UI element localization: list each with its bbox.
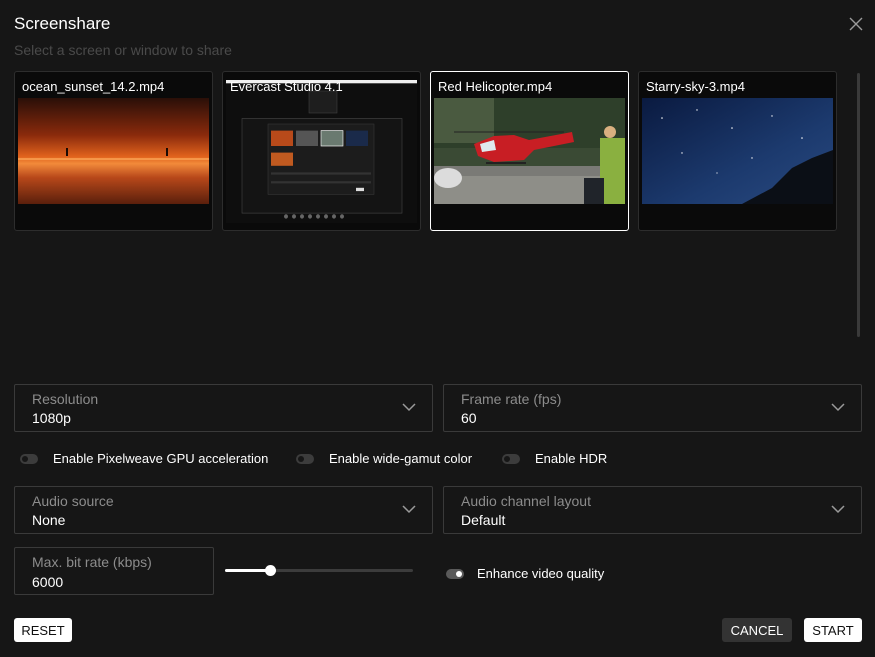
gpu-acceleration-label: Enable Pixelweave GPU acceleration [53, 451, 269, 466]
source-thumbnail-ocean-sunset[interactable]: ocean_sunset_14.2.mp4 [14, 71, 213, 231]
resolution-select[interactable]: Resolution 1080p [14, 384, 433, 432]
chevron-down-icon [402, 403, 416, 412]
dialog-subtitle: Select a screen or window to share [14, 42, 232, 58]
source-thumbnail-evercast-studio[interactable]: Evercast Studio 4.1 [222, 71, 421, 231]
wide-gamut-toggle[interactable] [296, 453, 314, 464]
red-helicopter-preview [434, 98, 625, 204]
chevron-down-icon [831, 505, 845, 514]
enhance-quality-option: Enhance video quality [446, 566, 604, 581]
frame-rate-value: 60 [461, 410, 477, 426]
source-label: Red Helicopter.mp4 [438, 79, 553, 94]
chevron-down-icon [402, 505, 416, 514]
source-list-scrollbar[interactable] [857, 73, 860, 337]
gpu-acceleration-toggle[interactable] [20, 453, 38, 464]
evercast-window-preview [226, 80, 417, 223]
resolution-value: 1080p [32, 410, 71, 426]
source-label: Evercast Studio 4.1 [230, 79, 343, 94]
ocean-sunset-preview [18, 98, 209, 204]
audio-source-label: Audio source [32, 493, 114, 509]
bitrate-slider[interactable] [225, 564, 413, 578]
audio-channel-layout-value: Default [461, 512, 506, 528]
dialog-title: Screenshare [14, 14, 111, 33]
resolution-label: Resolution [32, 391, 99, 407]
audio-channel-layout-select[interactable]: Audio channel layout Default [443, 486, 862, 534]
audio-source-value: None [32, 512, 66, 528]
wide-gamut-label: Enable wide-gamut color [329, 451, 473, 466]
hdr-toggle[interactable] [502, 453, 520, 464]
slider-handle[interactable] [265, 565, 276, 576]
chevron-down-icon [831, 403, 845, 412]
hdr-label: Enable HDR [535, 451, 608, 466]
reset-button[interactable]: RESET [14, 618, 72, 642]
frame-rate-select[interactable]: Frame rate (fps) 60 [443, 384, 862, 432]
source-label: ocean_sunset_14.2.mp4 [22, 79, 165, 94]
hdr-option: Enable HDR [502, 451, 607, 466]
frame-rate-label: Frame rate (fps) [461, 391, 562, 407]
bitrate-value: 6000 [32, 574, 64, 590]
source-thumbnail-red-helicopter[interactable]: Red Helicopter.mp4 [430, 71, 629, 231]
enhance-quality-label: Enhance video quality [477, 566, 605, 581]
close-icon [849, 17, 863, 31]
bitrate-label: Max. bit rate (kbps) [32, 554, 152, 570]
cancel-button[interactable]: CANCEL [722, 618, 792, 642]
audio-source-select[interactable]: Audio source None [14, 486, 433, 534]
enhance-quality-toggle[interactable] [446, 568, 464, 579]
source-list: ocean_sunset_14.2.mp4 Evercast Studio 4.… [14, 71, 844, 231]
source-thumbnail-starry-sky[interactable]: Starry-sky-3.mp4 [638, 71, 837, 231]
close-button[interactable] [844, 12, 868, 36]
gpu-acceleration-option: Enable Pixelweave GPU acceleration [20, 451, 268, 466]
wide-gamut-option: Enable wide-gamut color [296, 451, 472, 466]
start-button[interactable]: START [804, 618, 862, 642]
bitrate-input[interactable]: Max. bit rate (kbps) 6000 [14, 547, 214, 595]
screenshare-dialog: Screenshare Select a screen or window to… [0, 0, 875, 657]
audio-channel-layout-label: Audio channel layout [461, 493, 591, 509]
starry-sky-preview [642, 98, 833, 204]
source-label: Starry-sky-3.mp4 [646, 79, 745, 94]
